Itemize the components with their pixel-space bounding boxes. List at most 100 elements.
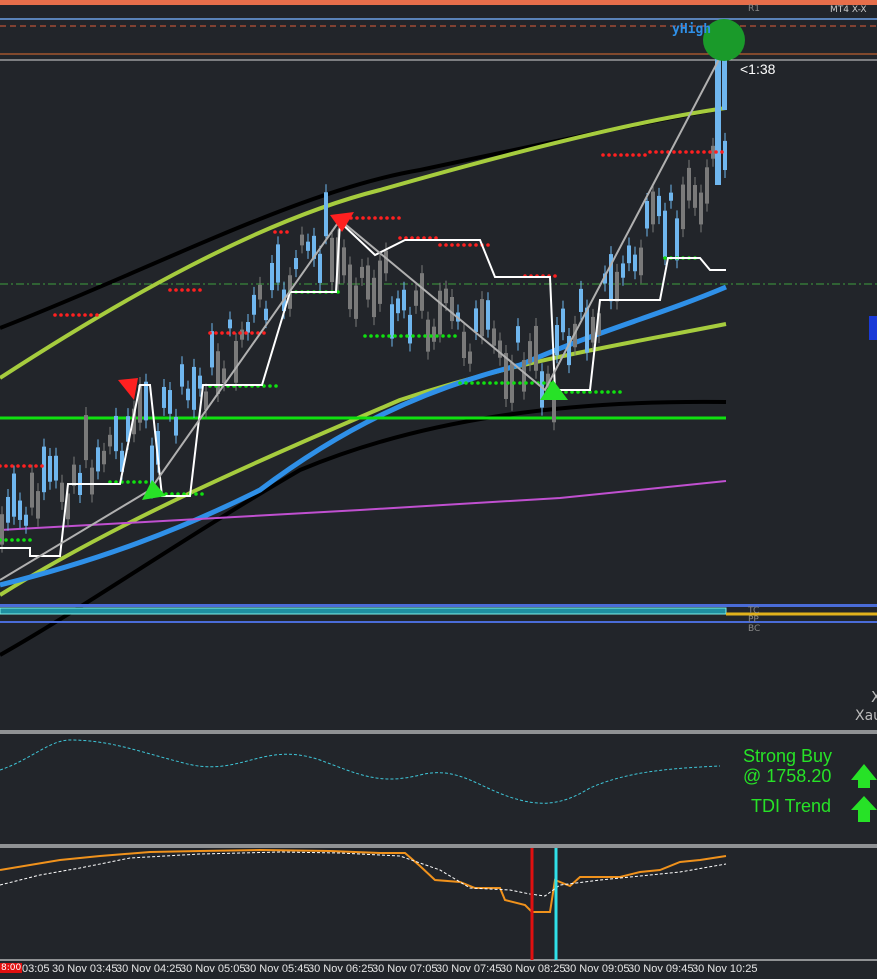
sar-dot xyxy=(361,216,365,220)
candle-body xyxy=(615,271,619,302)
candle-body xyxy=(252,294,256,315)
sar-dot xyxy=(488,381,492,385)
sar-dot xyxy=(34,464,38,468)
sar-dot xyxy=(444,243,448,247)
sar-dot xyxy=(612,390,616,394)
sar-dot xyxy=(398,236,402,240)
sar-dot xyxy=(363,334,367,338)
sar-dot xyxy=(486,243,490,247)
candle-body xyxy=(693,185,697,208)
sar-dot xyxy=(373,216,377,220)
sar-dot xyxy=(65,313,69,317)
sar-dot xyxy=(200,492,204,496)
candle-body xyxy=(396,298,400,314)
sar-dot xyxy=(672,150,676,154)
candle-body xyxy=(300,234,304,246)
sar-dot xyxy=(500,381,504,385)
time-axis-label: 30 Nov 07:05 xyxy=(372,963,438,975)
sar-dot xyxy=(22,464,26,468)
candle-body xyxy=(438,290,442,335)
candle-body xyxy=(84,415,88,461)
candle-body xyxy=(90,467,94,495)
candle-body xyxy=(723,140,727,171)
magenta-ma xyxy=(0,480,727,531)
sar-dot xyxy=(208,331,212,335)
sar-dot xyxy=(660,150,664,154)
sar-dot xyxy=(542,381,546,385)
candle-body xyxy=(534,325,538,371)
sar-dot xyxy=(613,153,617,157)
sar-dot xyxy=(601,153,605,157)
candle-body xyxy=(669,192,673,201)
sar-dot xyxy=(456,243,460,247)
strong-buy-price: @ 1758.20 xyxy=(743,766,832,786)
sar-dot xyxy=(474,243,478,247)
tdi-white-line xyxy=(0,851,727,897)
sar-dot xyxy=(144,480,148,484)
candle-body xyxy=(24,514,28,526)
sar-dot xyxy=(28,538,32,542)
sar-dot xyxy=(607,153,611,157)
candle-body xyxy=(18,500,22,520)
time-axis-label: 30 Nov 03:45 xyxy=(52,963,118,975)
sar-dot xyxy=(355,216,359,220)
sar-dot xyxy=(625,153,629,157)
sar-dot xyxy=(468,243,472,247)
candle-body xyxy=(675,218,679,261)
sar-dot xyxy=(524,381,528,385)
candle-body xyxy=(324,192,328,237)
sar-dot xyxy=(77,313,81,317)
candle-body xyxy=(264,308,268,321)
price-chart[interactable] xyxy=(0,0,877,979)
side-label-x: X xyxy=(871,688,877,706)
sar-dot xyxy=(506,381,510,385)
candle-body xyxy=(366,265,370,300)
top-border xyxy=(0,0,877,5)
yhigh-label: yHigh xyxy=(672,22,712,37)
candle-body xyxy=(360,266,364,278)
candle-body xyxy=(486,300,490,330)
candle-body xyxy=(186,388,190,401)
sar-dot xyxy=(654,150,658,154)
candle-body xyxy=(228,319,232,329)
candle-body xyxy=(528,341,532,364)
sar-dot xyxy=(375,334,379,338)
sar-dot xyxy=(214,331,218,335)
time-axis-label: 30 Nov 04:25 xyxy=(116,963,182,975)
time-axis-label: 30 Nov 06:25 xyxy=(308,963,374,975)
sar-dot xyxy=(690,150,694,154)
candle-body xyxy=(699,192,703,225)
sar-dot xyxy=(438,243,442,247)
candle-body xyxy=(318,253,322,283)
candle-body xyxy=(561,308,565,333)
candle-body xyxy=(681,184,685,230)
candle-body xyxy=(492,328,496,346)
sar-dot xyxy=(381,334,385,338)
candle-body xyxy=(348,264,352,310)
sar-dot xyxy=(379,216,383,220)
sar-dot xyxy=(393,334,397,338)
candle-body xyxy=(468,351,472,364)
candle-body xyxy=(408,314,412,344)
sar-dot xyxy=(518,381,522,385)
candle-body xyxy=(522,360,526,392)
sar-dot xyxy=(244,331,248,335)
sar-dot xyxy=(180,288,184,292)
candle-body xyxy=(663,210,667,258)
sar-dot xyxy=(4,538,8,542)
time-axis-label: 30 Nov 10:25 xyxy=(692,963,758,975)
sar-dot xyxy=(423,334,427,338)
tdi-trend-up-arrow-icon xyxy=(851,796,877,822)
sar-dot xyxy=(89,313,93,317)
candle-body xyxy=(450,296,454,322)
sar-dot xyxy=(397,216,401,220)
sar-dot xyxy=(83,313,87,317)
candle-body xyxy=(48,455,52,482)
candle-body xyxy=(72,464,76,486)
sar-dot xyxy=(28,464,32,468)
candle-body xyxy=(294,258,298,270)
candle-body xyxy=(639,247,643,276)
pivot-tc-band xyxy=(0,607,727,615)
candle-body xyxy=(30,472,34,508)
sar-dot xyxy=(385,216,389,220)
